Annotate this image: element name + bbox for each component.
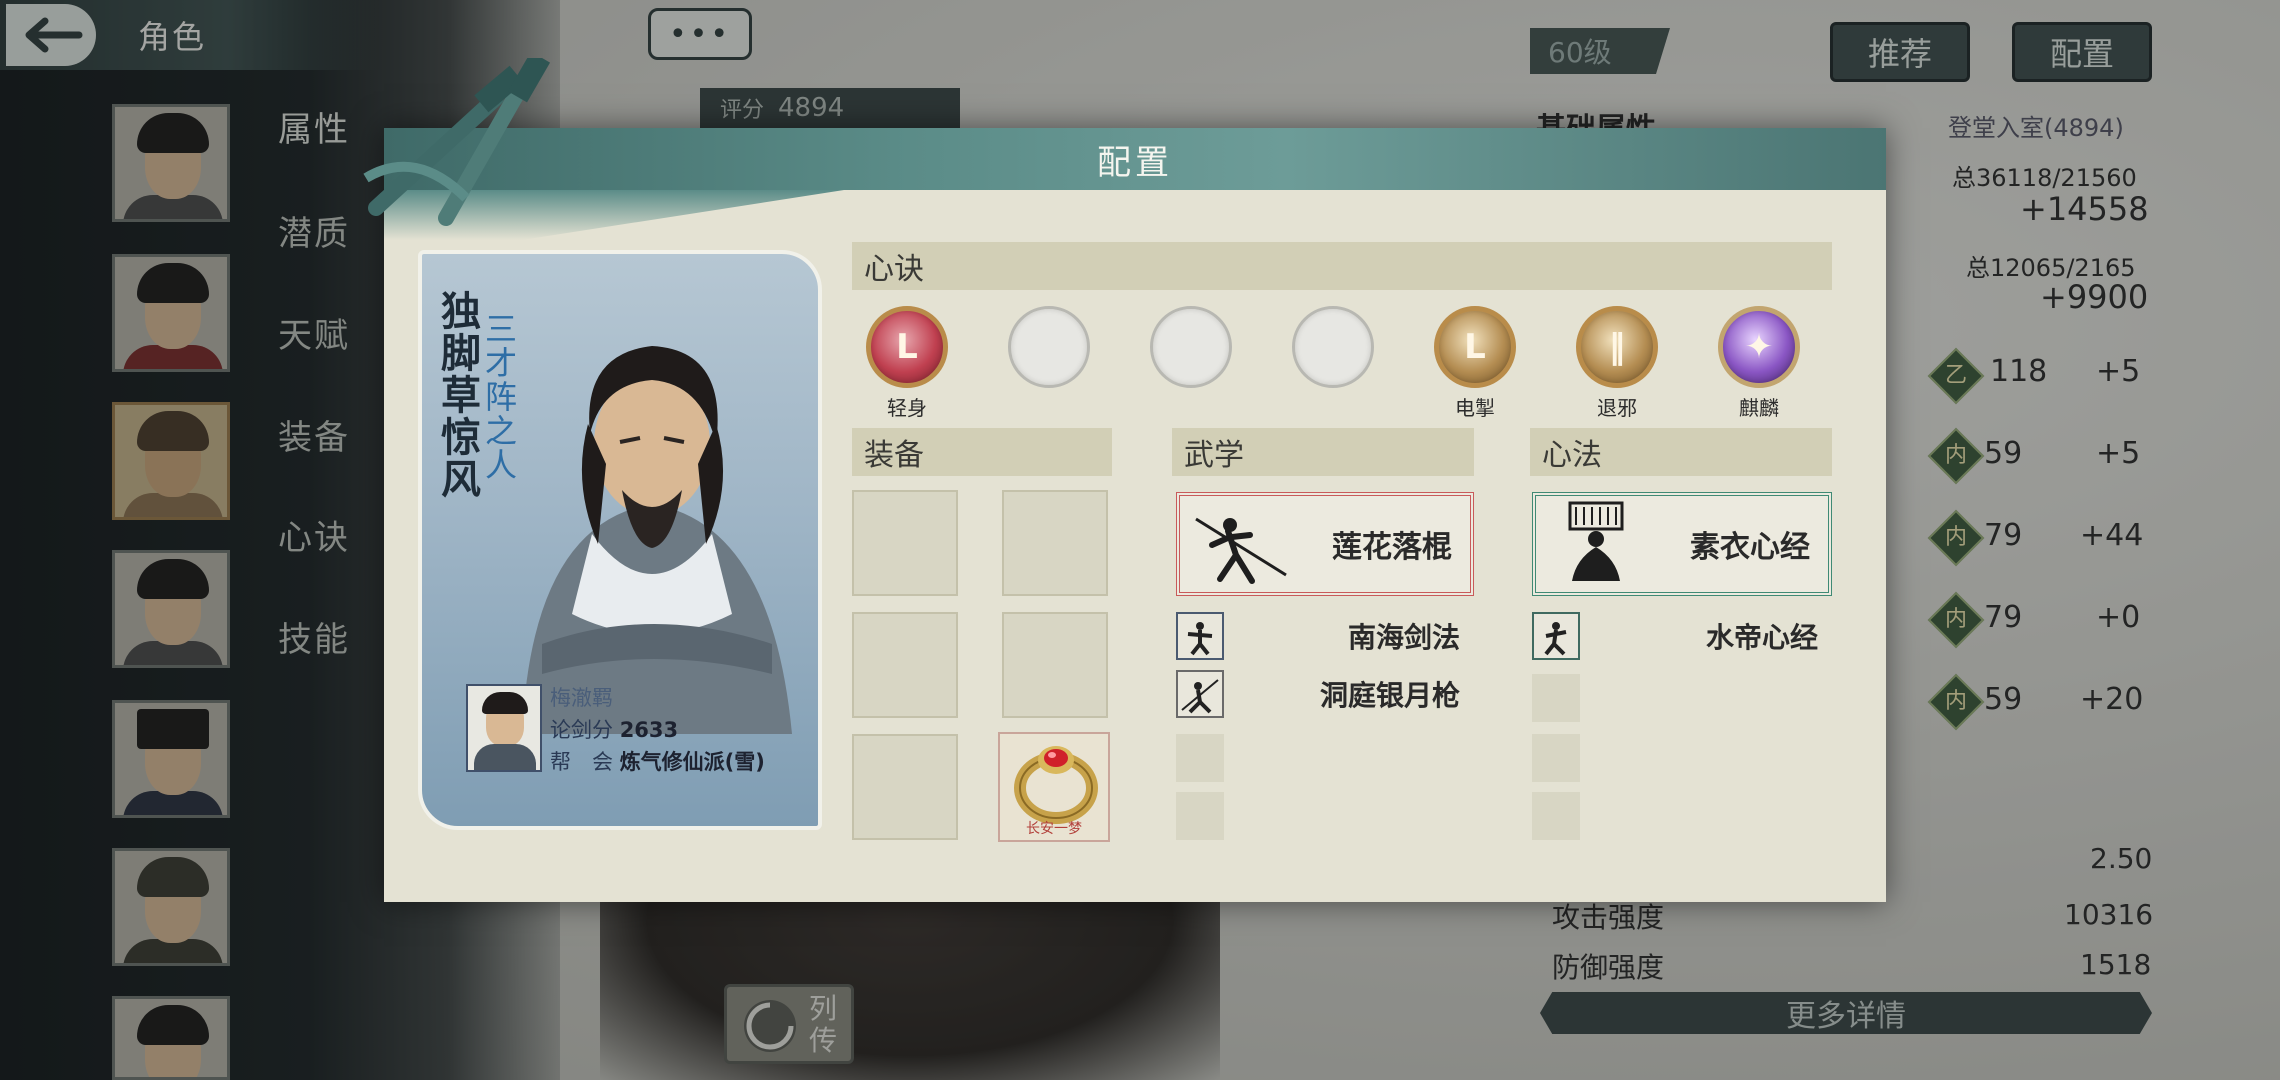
xinjue-slot-1[interactable]: Ⅼ — [866, 306, 948, 388]
meditating-figure-icon — [1568, 501, 1624, 581]
character-portrait — [522, 346, 792, 734]
martial-sub-skill-2[interactable]: 洞庭银月枪 — [1176, 670, 1474, 718]
ruby-ring-icon — [1014, 746, 1098, 824]
martial-main-skill[interactable]: 莲花落棍 — [1176, 492, 1474, 596]
sword-score-row: 论剑分 2633 — [550, 714, 678, 744]
crossed-swords-icon — [363, 58, 551, 226]
xinjue-label-1: 轻身 — [887, 396, 927, 420]
xinjue-slot-5[interactable]: Ⅼ — [1434, 306, 1516, 388]
martial-section-header: 武学 — [1172, 428, 1474, 476]
character-title: 三才阵之人 — [480, 312, 518, 482]
mind-sub-name-1: 水帝心经 — [1705, 621, 1818, 654]
xinjue-section-header: 心诀 — [852, 242, 1832, 290]
qilin-icon: ✦ — [1744, 327, 1774, 367]
xinjue-slot-7[interactable]: ✦ — [1718, 306, 1800, 388]
equipment-slot-2[interactable] — [1002, 490, 1108, 596]
modal-title: 配置 — [1097, 142, 1173, 183]
staff-fighter-icon — [1195, 517, 1287, 584]
mind-sub-skill-1[interactable]: 水帝心经 — [1532, 612, 1832, 660]
martial-empty-slot-2[interactable] — [1176, 792, 1224, 840]
martial-empty-slot-1[interactable] — [1176, 734, 1224, 782]
equipment-slot-4[interactable] — [1002, 612, 1108, 718]
player-avatar — [466, 684, 542, 772]
martial-sub-name-1: 南海剑法 — [1347, 621, 1460, 654]
equipment-section-header: 装备 — [852, 428, 1112, 476]
water-monk-icon — [1532, 612, 1580, 660]
sword-score-value: 2633 — [619, 718, 679, 742]
mind-main-skill[interactable]: 素衣心经 — [1532, 492, 1832, 596]
spear-fighter-icon — [1176, 670, 1224, 718]
equipment-slot-1[interactable] — [852, 490, 958, 596]
sword-dancer-icon — [1176, 612, 1224, 660]
martial-sub-name-2: 洞庭银月枪 — [1319, 679, 1460, 712]
martial-main-name: 莲花落棍 — [1332, 530, 1452, 565]
mind-section-header: 心法 — [1530, 428, 1832, 476]
pillar-light-icon: ‖ — [1608, 327, 1626, 367]
player-name: 梅澈羁 — [550, 686, 613, 710]
guild-name: 炼气修仙派(雪) — [619, 750, 765, 774]
boot-icon: Ⅼ — [1464, 327, 1486, 367]
xinjue-slot-4-empty[interactable] — [1292, 306, 1374, 388]
xinjue-label-7: 麒麟 — [1739, 396, 1779, 420]
martial-sub-skill-1[interactable]: 南海剑法 — [1176, 612, 1474, 660]
xinjue-slot-2-empty[interactable] — [1008, 306, 1090, 388]
mind-empty-slot-2[interactable] — [1532, 734, 1580, 782]
ring-caption: 长安一梦 — [1026, 821, 1082, 837]
xinjue-slot-6[interactable]: ‖ — [1576, 306, 1658, 388]
xinjue-slot-3-empty[interactable] — [1150, 306, 1232, 388]
mind-main-name: 素衣心经 — [1690, 530, 1810, 565]
guild-row: 帮 会 炼气修仙派(雪) — [550, 746, 765, 776]
equipment-slot-3[interactable] — [852, 612, 958, 718]
equipment-slot-5[interactable] — [852, 734, 958, 840]
xinjue-label-6: 退邪 — [1597, 396, 1637, 420]
mind-empty-slot-3[interactable] — [1532, 792, 1580, 840]
mind-empty-slot-1[interactable] — [1532, 674, 1580, 722]
character-card: 独脚草惊风 三才阵之人 梅澈羁 论剑分 2633 帮 会 炼气修仙派(雪) — [418, 250, 822, 830]
modal-header: 配置 — [384, 128, 1886, 190]
equipment-slot-ring[interactable]: 长安一梦 — [998, 732, 1110, 842]
boot-icon: Ⅼ — [896, 327, 918, 367]
sword-score-label: 论剑分 — [550, 718, 613, 742]
xinjue-label-5: 电掣 — [1455, 396, 1495, 420]
guild-label: 帮 会 — [550, 750, 613, 774]
